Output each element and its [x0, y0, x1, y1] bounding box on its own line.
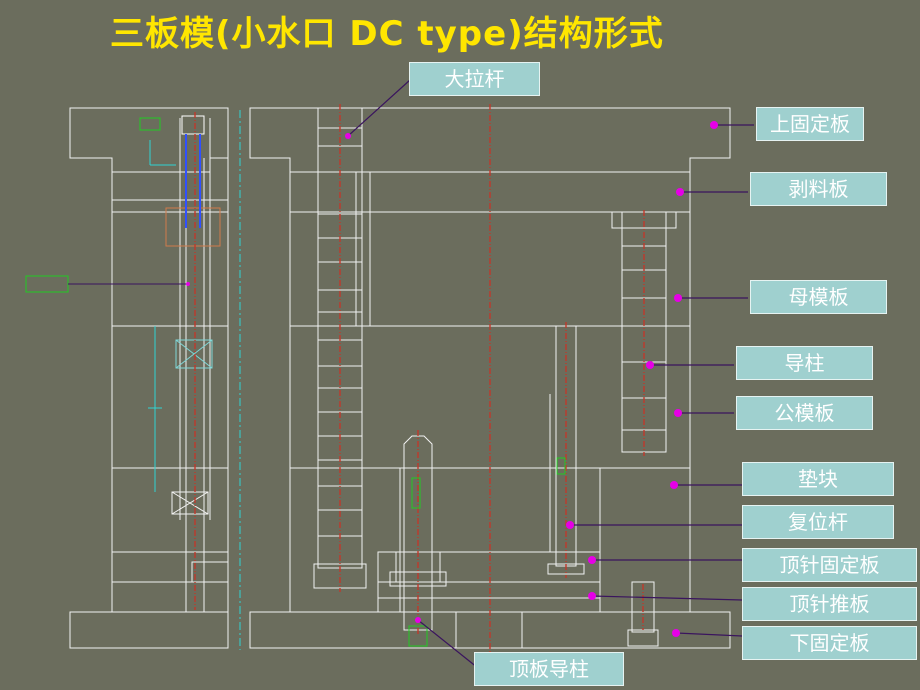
label-return-pin: 复位杆	[742, 505, 894, 539]
left-section-view	[69, 107, 229, 649]
label-guide-pillar: 导柱	[736, 346, 873, 380]
label-ejector-retainer-plate: 顶针固定板	[742, 548, 917, 582]
label-tie-rod: 大拉杆	[409, 62, 540, 96]
main-center-lines	[339, 104, 645, 652]
label-ejector-guide-pillar: 顶板导柱	[474, 652, 624, 686]
label-spacer-block: 垫块	[742, 462, 894, 496]
label-stripper-plate: 剥料板	[750, 172, 887, 206]
left-dimensions	[25, 110, 241, 650]
label-ejector-plate: 顶针推板	[742, 587, 917, 621]
label-bottom-clamp-plate: 下固定板	[742, 626, 917, 660]
label-top-clamp-plate: 上固定板	[756, 107, 864, 141]
label-cavity-plate: 母模板	[750, 280, 887, 314]
leader-lines	[347, 79, 754, 669]
label-core-plate: 公模板	[736, 396, 873, 430]
